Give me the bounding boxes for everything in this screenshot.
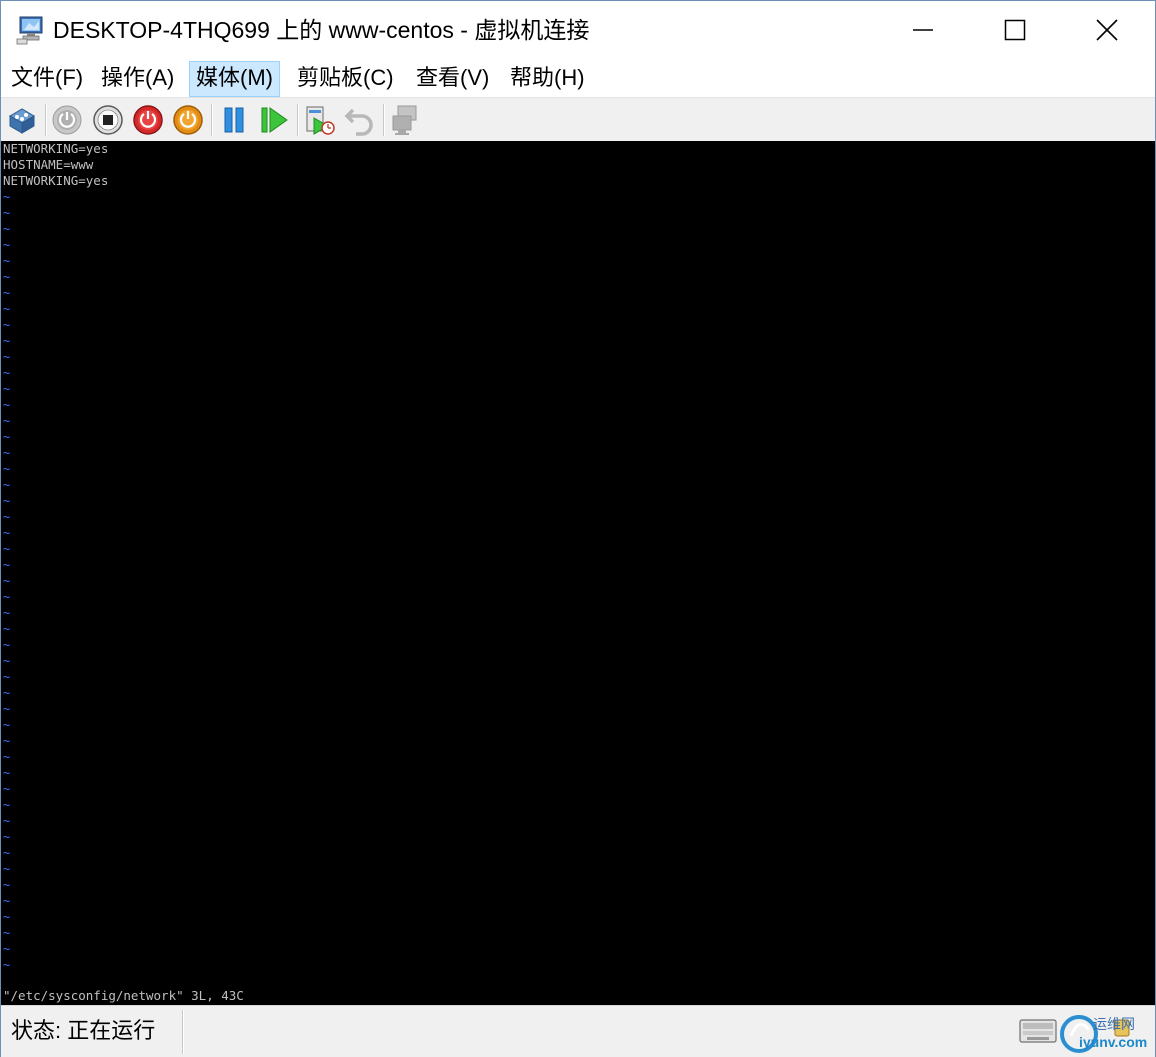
vim-tilde-marker: ~ [3,686,11,700]
vim-tilde-marker: ~ [3,382,11,396]
shutdown-icon[interactable] [132,104,164,136]
close-icon [1096,19,1118,41]
menu-bar: 文件(F) 操作(A) 媒体(M) 剪贴板(C) 查看(V) 帮助(H) [1,59,1155,97]
vim-tilde-marker: ~ [3,334,11,348]
vim-tilde-marker: ~ [3,462,11,476]
vim-tilde-marker: ~ [3,926,11,940]
vim-tilde-marker: ~ [3,494,11,508]
vim-tilde-marker: ~ [3,254,11,268]
toolbar-separator [45,104,47,136]
vim-tilde-marker: ~ [3,270,11,284]
vim-tilde-marker: ~ [3,590,11,604]
vim-tilde-marker: ~ [3,750,11,764]
vm-connect-app-icon [16,16,43,45]
vim-tilde-marker: ~ [3,846,11,860]
vim-tilde-marker: ~ [3,894,11,908]
vim-tilde-marker: ~ [3,734,11,748]
vim-tilde-marker: ~ [3,766,11,780]
keyboard-icon [1019,1019,1057,1043]
vim-tilde-marker: ~ [3,958,11,972]
vim-tilde-marker: ~ [3,814,11,828]
close-button[interactable] [1061,1,1153,59]
vim-tilde-marker: ~ [3,830,11,844]
vim-tilde-marker: ~ [3,398,11,412]
toolbar-separator [211,104,213,136]
vim-tilde-marker: ~ [3,910,11,924]
vim-tilde-marker: ~ [3,350,11,364]
vim-tilde-marker: ~ [3,366,11,380]
toolbar [1,97,1155,142]
vim-tilde-marker: ~ [3,526,11,540]
menu-help[interactable]: 帮助(H) [504,61,591,95]
menu-media[interactable]: 媒体(M) [189,61,280,97]
save-icon[interactable] [172,104,204,136]
vim-tilde-marker: ~ [3,702,11,716]
minimize-button[interactable] [877,1,969,59]
turn-off-icon[interactable] [92,104,124,136]
minimize-icon [913,29,933,31]
vm-state-label: 状态: 正在运行 [11,1018,156,1043]
vim-tilde-marker: ~ [3,574,11,588]
vim-tilde-marker: ~ [3,238,11,252]
vim-tilde-marker: ~ [3,510,11,524]
status-separator [182,1010,184,1054]
toolbar-separator [297,104,299,136]
console-line: HOSTNAME=www [3,157,94,172]
vm-connection-window: DESKTOP-4THQ699 上的 www-centos - 虚拟机连接 文件… [0,0,1156,1057]
vim-tilde-marker: ~ [3,622,11,636]
maximize-icon [1004,19,1026,41]
start-icon[interactable] [51,104,83,136]
menu-view[interactable]: 查看(V) [410,61,495,95]
vim-tilde-marker: ~ [3,206,11,220]
vim-tilde-marker: ~ [3,606,11,620]
vim-tilde-marker: ~ [3,286,11,300]
vim-tilde-marker: ~ [3,942,11,956]
ctrl-alt-del-icon[interactable] [6,104,38,136]
console-line: NETWORKING=yes [3,173,109,188]
vim-tilde-marker: ~ [3,222,11,236]
status-bar: 状态: 正在运行 运维网 iyunv.com [1,1005,1155,1057]
menu-file[interactable]: 文件(F) [5,61,89,95]
watermark-text-top: 运维网 [1093,1016,1135,1032]
checkpoint-icon[interactable] [304,104,336,136]
revert-icon[interactable] [344,104,376,136]
vim-tilde-marker: ~ [3,798,11,812]
console-line: NETWORKING=yes [3,141,109,156]
vim-tilde-marker: ~ [3,318,11,332]
enhanced-session-icon[interactable] [390,104,422,136]
vim-tilde-marker: ~ [3,478,11,492]
vim-tilde-marker: ~ [3,718,11,732]
vim-tilde-marker: ~ [3,302,11,316]
menu-clipboard[interactable]: 剪贴板(C) [291,61,400,95]
vim-tilde-marker: ~ [3,782,11,796]
vim-tilde-marker: ~ [3,190,11,204]
vim-tilde-marker: ~ [3,414,11,428]
resume-icon[interactable] [258,104,290,136]
vim-tilde-marker: ~ [3,670,11,684]
window-title: DESKTOP-4THQ699 上的 www-centos - 虚拟机连接 [53,17,590,43]
pause-icon[interactable] [218,104,250,136]
title-bar[interactable]: DESKTOP-4THQ699 上的 www-centos - 虚拟机连接 [1,1,1155,59]
vim-tilde-marker: ~ [3,654,11,668]
menu-action[interactable]: 操作(A) [95,61,180,95]
vim-status-line: "/etc/sysconfig/network" 3L, 43C [3,988,244,1003]
vim-tilde-marker: ~ [3,446,11,460]
maximize-button[interactable] [969,1,1061,59]
vim-tilde-marker: ~ [3,638,11,652]
vim-tilde-marker: ~ [3,558,11,572]
vim-tilde-marker: ~ [3,862,11,876]
vm-console-screen[interactable]: NETWORKING=yes HOSTNAME=www NETWORKING=y… [1,141,1155,1005]
vim-tilde-marker: ~ [3,430,11,444]
vim-tilde-marker: ~ [3,878,11,892]
watermark-text-bottom: iyunv.com [1079,1034,1148,1050]
vim-tilde-marker: ~ [3,542,11,556]
toolbar-separator [383,104,385,136]
